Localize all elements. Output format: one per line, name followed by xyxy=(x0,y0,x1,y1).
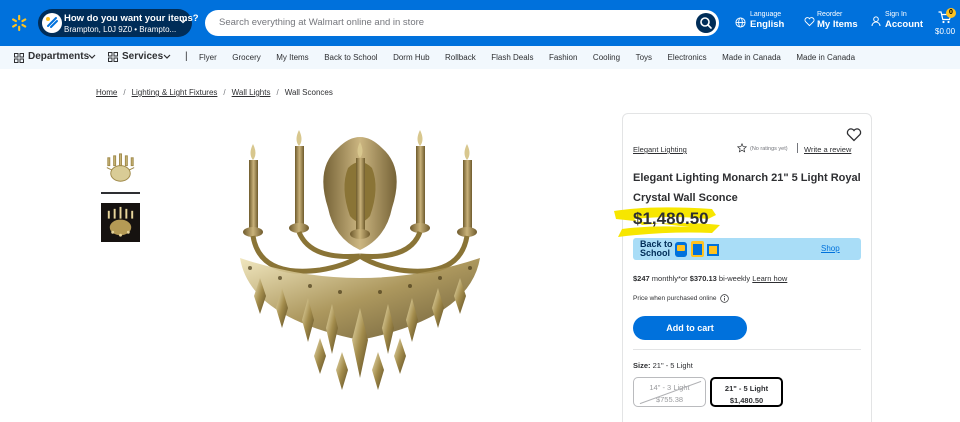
size-option-unavailable[interactable]: 14" - 3 Light $755.38 xyxy=(633,377,706,407)
delivery-location-button[interactable]: How do you want your items? Brampton, L0… xyxy=(38,9,199,37)
nav-link-flyer[interactable]: Flyer xyxy=(199,53,217,62)
star-rating-icon xyxy=(737,143,747,153)
nav-link-made-in-canada[interactable]: Made in Canada xyxy=(722,53,781,62)
search-icon xyxy=(700,17,712,29)
reorder-value: My Items xyxy=(817,19,858,30)
nav-link-fashion[interactable]: Fashion xyxy=(549,53,577,62)
product-title: Elegant Lighting Monarch 21" 5 Light Roy… xyxy=(633,172,861,204)
product-price: $1,480.50 xyxy=(633,209,709,228)
size-option-selected[interactable]: 21" - 5 Light $1,480.50 xyxy=(710,377,783,407)
breadcrumb-separator: / xyxy=(223,88,226,97)
services-menu[interactable]: Services xyxy=(122,51,163,62)
reorder-label: Reorder xyxy=(817,11,843,18)
breadcrumb-lighting[interactable]: Lighting & Light Fixtures xyxy=(132,88,218,97)
breadcrumb: Home / Lighting & Light Fixtures / Wall … xyxy=(96,88,333,97)
add-to-cart-button[interactable]: Add to cart xyxy=(633,316,747,340)
promo-title: Back to School xyxy=(640,239,673,258)
nav-link-dorm-hub[interactable]: Dorm Hub xyxy=(393,53,429,62)
delivery-location-text: Brampton, L0J 9Z0 • Brampto... xyxy=(64,25,177,34)
services-grid-icon xyxy=(108,52,118,62)
breadcrumb-wall-lights[interactable]: Wall Lights xyxy=(232,88,271,97)
chevron-down-icon xyxy=(163,54,171,59)
product-thumbnail-2[interactable] xyxy=(101,203,140,242)
language-label: Language xyxy=(750,11,782,18)
nav-links: Flyer Grocery My Items Back to School Do… xyxy=(199,53,855,62)
nav-link-cooling[interactable]: Cooling xyxy=(593,53,620,62)
product-info-panel xyxy=(622,113,872,422)
ratings-separator xyxy=(797,143,798,153)
selected-thumbnail-indicator xyxy=(101,192,140,194)
chevron-down-icon xyxy=(88,54,96,59)
size-option-price: $1,480.50 xyxy=(729,396,764,405)
sign-in-label: Sign In xyxy=(885,11,907,18)
nav-link-rollback[interactable]: Rollback xyxy=(445,53,476,62)
nav-link-electronics[interactable]: Electronics xyxy=(668,53,707,62)
user-icon xyxy=(871,16,881,27)
nav-link-grocery[interactable]: Grocery xyxy=(232,53,260,62)
account-value: Account xyxy=(885,19,923,30)
grid-icon xyxy=(14,53,24,63)
price-note: Price when purchased online xyxy=(633,295,717,302)
info-icon[interactable] xyxy=(720,294,729,303)
cart-count-badge: 0 xyxy=(946,8,956,18)
account-link[interactable]: Sign In Account xyxy=(885,11,923,30)
size-label: Size: 21" - 5 Light xyxy=(633,361,693,370)
nav-link-toys[interactable]: Toys xyxy=(636,53,652,62)
secondary-nav: Departments Services | Flyer Grocery My … xyxy=(0,46,960,69)
brand-link[interactable]: Elegant Lighting xyxy=(633,145,687,154)
divider xyxy=(633,349,861,350)
cart-total: $0.00 xyxy=(935,27,956,36)
language-value: English xyxy=(750,19,785,30)
size-option-price: $755.38 xyxy=(655,395,684,404)
write-review-link[interactable]: Write a review xyxy=(804,145,851,154)
product-main-image[interactable] xyxy=(220,128,500,400)
breadcrumb-separator: / xyxy=(123,88,126,97)
departments-menu[interactable]: Departments xyxy=(28,51,89,62)
search-button[interactable] xyxy=(696,13,716,33)
product-thumbnail-1[interactable] xyxy=(101,150,140,189)
breadcrumb-separator: / xyxy=(276,88,279,97)
nav-separator: | xyxy=(185,51,188,62)
favorite-heart-icon[interactable] xyxy=(846,127,862,142)
header-bar: How do you want your items? Brampton, L0… xyxy=(0,0,960,46)
school-supplies-icon xyxy=(675,241,719,257)
size-selected-value: 21" - 5 Light xyxy=(652,361,693,370)
nav-link-made-in-canada-2[interactable]: Made in Canada xyxy=(796,53,855,62)
nav-link-my-items[interactable]: My Items xyxy=(276,53,308,62)
language-selector[interactable]: Language English xyxy=(750,11,784,30)
breadcrumb-current: Wall Sconces xyxy=(284,88,333,97)
size-option-name: 21" - 5 Light xyxy=(724,384,769,393)
promo-shop-link[interactable]: Shop xyxy=(821,244,840,253)
nav-link-flash-deals[interactable]: Flash Deals xyxy=(491,53,533,62)
globe-icon xyxy=(735,17,746,28)
back-to-school-banner[interactable]: Back to School Shop xyxy=(633,238,861,260)
delivery-options-icon xyxy=(42,13,62,33)
nav-link-back-to-school[interactable]: Back to School xyxy=(324,53,377,62)
financing-info: $247 monthly*or $370.13 bi-weekly Learn … xyxy=(633,274,788,283)
ratings-text: (No ratings yet) xyxy=(750,146,788,152)
walmart-spark-logo[interactable] xyxy=(10,14,28,32)
chevron-down-icon xyxy=(179,19,187,24)
search-input[interactable]: Search everything at Walmart online and … xyxy=(219,17,424,28)
search-bar[interactable]: Search everything at Walmart online and … xyxy=(205,10,719,36)
heart-icon xyxy=(804,17,815,27)
reorder-link[interactable]: Reorder My Items xyxy=(817,11,858,30)
breadcrumb-home[interactable]: Home xyxy=(96,88,117,97)
learn-how-link[interactable]: Learn how xyxy=(752,274,787,283)
